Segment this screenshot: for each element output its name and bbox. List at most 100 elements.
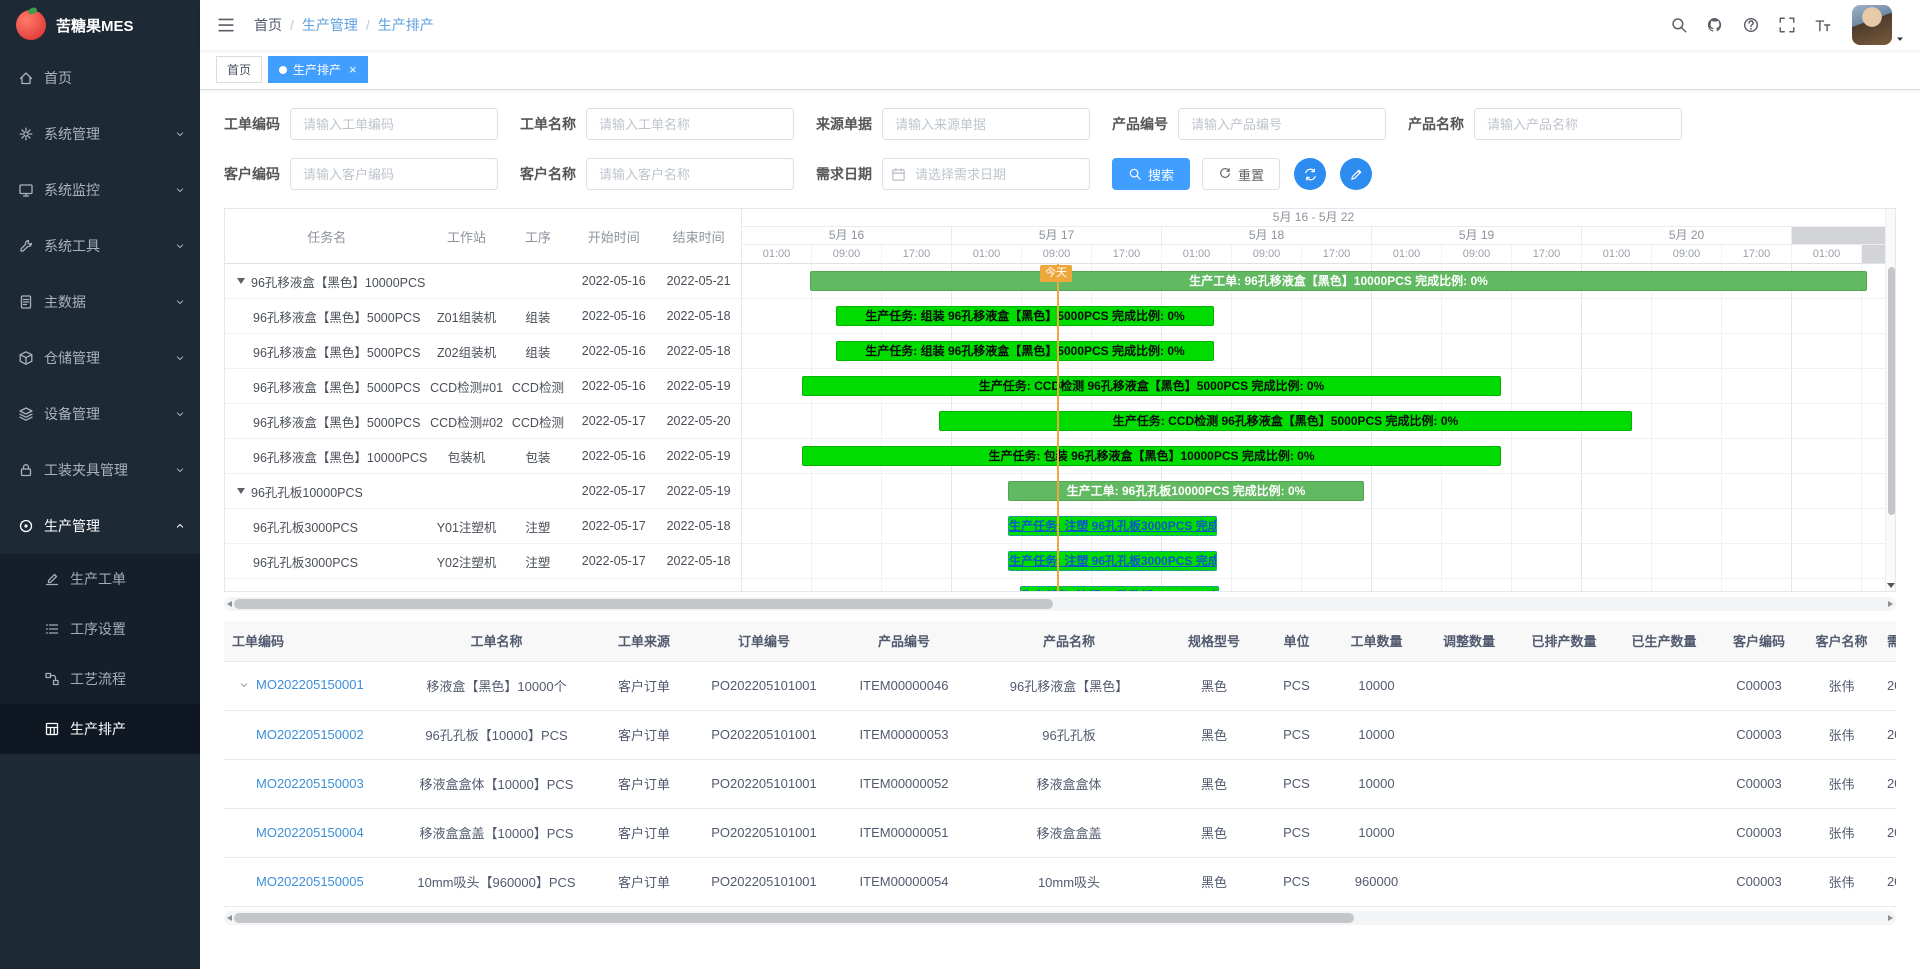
- gantt-task-row[interactable]: 96孔孔板3000PCSY02注塑机注塑2022-05-172022-05-18: [225, 544, 741, 579]
- tab-item[interactable]: 首页: [216, 56, 262, 83]
- gantt-task-row[interactable]: 96孔孔板10000PCS2022-05-172022-05-19: [225, 474, 741, 509]
- filter-input-来源单据[interactable]: [882, 108, 1090, 140]
- sidebar-item[interactable]: 首页: [0, 50, 200, 106]
- github-button[interactable]: [1700, 8, 1730, 42]
- gantt-hour-label: 09:00: [1442, 245, 1512, 263]
- order-code-link[interactable]: MO202205150002: [256, 727, 364, 742]
- sidebar-subitem[interactable]: 工艺流程: [0, 654, 200, 704]
- breadcrumb-item[interactable]: 生产排产: [378, 15, 434, 35]
- gantt-task-cell: 包装机: [429, 447, 505, 466]
- gantt-task-row[interactable]: 96孔移液盒【黑色】10000PCS2022-05-162022-05-21: [225, 264, 741, 299]
- hamburger-button[interactable]: [216, 15, 236, 35]
- orders-table-wrap: 工单编码工单名称工单来源订单编号产品编号产品名称规格型号单位工单数量调整数量已排…: [224, 621, 1896, 907]
- input-wrap: [1178, 108, 1386, 140]
- chevron-down-icon: [174, 352, 186, 364]
- orders-cell: 张伟: [1804, 759, 1879, 808]
- gantt-horizontal-scrollbar[interactable]: [224, 597, 1896, 611]
- gantt-task-row[interactable]: 96孔移液盒【黑色】10000PCS包装机包装2022-05-162022-05…: [225, 439, 741, 474]
- sidebar-item[interactable]: 生产管理: [0, 498, 200, 554]
- tab-close-icon[interactable]: ×: [349, 63, 357, 76]
- edit-circle-button[interactable]: [1340, 158, 1372, 190]
- order-code-link[interactable]: MO202205150001: [256, 677, 364, 692]
- gantt-hour-label: 17:00: [1302, 245, 1372, 263]
- filter-input-工单编码[interactable]: [290, 108, 498, 140]
- sidebar-item[interactable]: 系统工具: [0, 218, 200, 274]
- sidebar-subitem[interactable]: 工序设置: [0, 604, 200, 654]
- gantt-task-row[interactable]: 96孔孔板3000PCSY01注塑机注塑2022-05-172022-05-18: [225, 509, 741, 544]
- workorder-bar[interactable]: 生产工单: 96孔孔板10000PCS 完成比例: 0%: [1008, 481, 1364, 501]
- gantt-task-row[interactable]: 96孔移液盒【黑色】5000PCSZ02组装机组装2022-05-162022-…: [225, 334, 741, 369]
- sidebar-item[interactable]: 主数据: [0, 274, 200, 330]
- tab-active[interactable]: 生产排产×: [268, 56, 368, 83]
- sidebar-item[interactable]: 系统管理: [0, 106, 200, 162]
- gantt-task-row[interactable]: 96孔移液盒【黑色】5000PCSCCD检测#02CCD检测2022-05-17…: [225, 404, 741, 439]
- expand-triangle-icon[interactable]: [237, 488, 245, 494]
- filter-input-工单名称[interactable]: [586, 108, 794, 140]
- demand-date-input[interactable]: [882, 158, 1090, 190]
- gantt-vertical-scrollbar[interactable]: [1885, 209, 1895, 591]
- task-bar[interactable]: 生产任务: 组装 96孔移液盒【黑色】5000PCS 完成比例: 0%: [836, 341, 1214, 361]
- filter-input-产品名称[interactable]: [1474, 108, 1682, 140]
- table-row[interactable]: MO202205150003移液盒盒体【10000】PCS客户订单PO20220…: [224, 759, 1896, 808]
- scroll-left-arrow-icon[interactable]: [227, 915, 232, 921]
- user-menu[interactable]: [1852, 5, 1906, 45]
- breadcrumb-item[interactable]: 生产管理: [302, 15, 358, 35]
- task-bar[interactable]: 生产任务: CCD检测 96孔移液盒【黑色】5000PCS 完成比例: 0%: [802, 376, 1501, 396]
- gantt-task-row[interactable]: 96孔移液盒【黑色】5000PCSZ01组装机组装2022-05-162022-…: [225, 299, 741, 334]
- table-row[interactable]: MO202205150004移液盒盒盖【10000】PCS客户订单PO20220…: [224, 808, 1896, 857]
- sidebar-item[interactable]: 仓储管理: [0, 330, 200, 386]
- orders-column-header: 订单编号: [694, 621, 834, 661]
- orders-cell: ITEM00000051: [834, 808, 974, 857]
- search-button[interactable]: [1664, 8, 1694, 42]
- filter-input-产品编号[interactable]: [1178, 108, 1386, 140]
- fullscreen-button[interactable]: [1772, 8, 1802, 42]
- filter-input-客户名称[interactable]: [586, 158, 794, 190]
- sidebar-item[interactable]: 设备管理: [0, 386, 200, 442]
- task-bar[interactable]: 生产任务: 包装 96孔移液盒【黑色】10000PCS 完成比例: 0%: [802, 446, 1501, 466]
- sidebar-subitem[interactable]: 生产排产: [0, 704, 200, 754]
- orders-cell: C00003: [1714, 857, 1804, 906]
- filter-input-客户编码[interactable]: [290, 158, 498, 190]
- task-bar[interactable]: 生产任务: 组装 96孔移液盒【黑色】5000PCS 完成比例: 0%: [836, 306, 1214, 326]
- orders-cell: PO202205101001: [694, 661, 834, 710]
- task-bar[interactable]: 生产任务: 注塑 96孔孔板3000PCS 完成比例: 0%: [1020, 586, 1219, 591]
- gantt-task-row[interactable]: 96孔移液盒【黑色】5000PCSCCD检测#01CCD检测2022-05-16…: [225, 369, 741, 404]
- gantt-panel: 任务名工作站工序开始时间结束时间 96孔移液盒【黑色】10000PCS2022-…: [224, 208, 1896, 592]
- sidebar-item[interactable]: 系统监控: [0, 162, 200, 218]
- orders-cell: [1424, 808, 1514, 857]
- row-expand-chevron-icon[interactable]: [238, 679, 250, 691]
- table-row[interactable]: MO202205150001移液盒【黑色】10000个客户订单PO2022051…: [224, 661, 1896, 710]
- expand-triangle-icon[interactable]: [237, 278, 245, 284]
- reset-button[interactable]: 重置: [1202, 158, 1280, 190]
- scroll-right-arrow-icon[interactable]: [1888, 601, 1893, 607]
- font-size-button[interactable]: [1808, 8, 1838, 42]
- search-button[interactable]: 搜索: [1112, 158, 1190, 190]
- sidebar-subitem[interactable]: 生产工单: [0, 554, 200, 604]
- order-code-link[interactable]: MO202205150003: [256, 776, 364, 791]
- scroll-down-arrow-icon[interactable]: [1887, 583, 1895, 588]
- table-row[interactable]: MO20220515000510mm吸头【960000】PCS客户订单PO202…: [224, 857, 1896, 906]
- refresh-circle-button[interactable]: [1294, 158, 1326, 190]
- table-horizontal-scrollbar[interactable]: [224, 911, 1896, 925]
- horizontal-scroll-thumb[interactable]: [234, 599, 1053, 609]
- order-code-link[interactable]: MO202205150004: [256, 825, 364, 840]
- gantt-range-label: 5月 16 - 5月 22: [742, 209, 1885, 227]
- task-bar[interactable]: 生产任务: 注塑 96孔孔板3000PCS 完成比例: 0%: [1008, 551, 1217, 571]
- workorder-bar[interactable]: 生产工单: 96孔移液盒【黑色】10000PCS 完成比例: 0%: [810, 271, 1867, 291]
- task-bar[interactable]: 生产任务: CCD检测 96孔移液盒【黑色】5000PCS 完成比例: 0%: [939, 411, 1632, 431]
- question-button[interactable]: [1736, 8, 1766, 42]
- horizontal-scroll-thumb[interactable]: [234, 913, 1354, 923]
- scroll-right-arrow-icon[interactable]: [1888, 915, 1893, 921]
- orders-cell: ITEM00000053: [834, 710, 974, 759]
- gear-icon: [18, 126, 34, 142]
- app-root: 苦糖果MES 首页系统管理系统监控系统工具主数据仓储管理设备管理工装夹具管理生产…: [0, 0, 1920, 969]
- table-row[interactable]: MO20220515000296孔孔板【10000】PCS客户订单PO20220…: [224, 710, 1896, 759]
- vertical-scroll-thumb[interactable]: [1888, 267, 1895, 515]
- order-code-link[interactable]: MO202205150005: [256, 874, 364, 889]
- task-bar[interactable]: 生产任务: 注塑 96孔孔板3000PCS 完成比例: 0%: [1008, 516, 1217, 536]
- logo-icon: [16, 10, 46, 40]
- sidebar-item[interactable]: 工装夹具管理: [0, 442, 200, 498]
- gantt-task-row[interactable]: 96孔孔板3000PCSY03注塑机注塑2022-05-172022-05-18: [225, 579, 741, 591]
- scroll-left-arrow-icon[interactable]: [227, 601, 232, 607]
- gantt-hour-label: 09:00: [1022, 245, 1092, 263]
